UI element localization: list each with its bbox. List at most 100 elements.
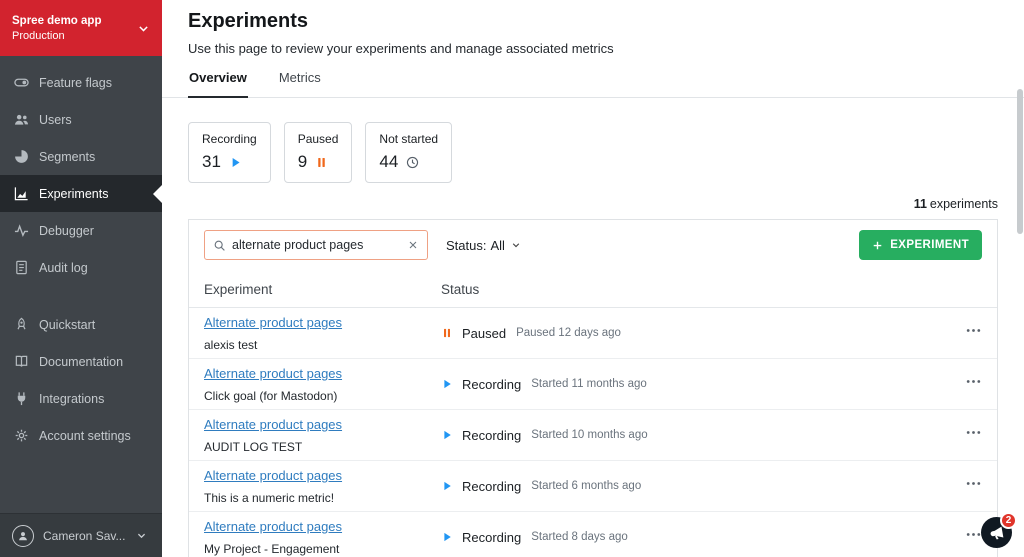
- table-row: Alternate product pages AUDIT LOG TEST R…: [189, 410, 997, 461]
- pulse-icon: [14, 223, 29, 238]
- new-experiment-button[interactable]: EXPERIMENT: [859, 230, 982, 260]
- sidebar-item[interactable]: Audit log: [0, 249, 162, 286]
- clear-search-button[interactable]: [407, 239, 419, 251]
- stat-value: 9: [297, 152, 308, 171]
- play-icon: [441, 429, 453, 441]
- status-cell: Recording Started 8 days ago: [441, 530, 926, 545]
- project-switcher[interactable]: Spree demo app Production: [0, 0, 162, 56]
- toggle-icon: [14, 75, 29, 90]
- tab[interactable]: Overview: [188, 68, 248, 98]
- experiment-link[interactable]: Alternate product pages: [204, 315, 342, 330]
- status-detail: Paused 12 days ago: [516, 327, 621, 339]
- status-cell: Recording Started 11 months ago: [441, 377, 926, 392]
- play-icon: [441, 480, 453, 492]
- experiment-cell: Alternate product pages My Project - Eng…: [204, 518, 441, 556]
- table-row: Alternate product pages Click goal (for …: [189, 359, 997, 410]
- search-icon: [213, 239, 226, 252]
- stat-value-row: 9: [298, 152, 339, 172]
- column-header-experiment: Experiment: [204, 282, 273, 297]
- stat-card[interactable]: Paused 9: [283, 122, 353, 183]
- status-name: Recording: [462, 478, 522, 494]
- status-name: Recording: [462, 529, 522, 545]
- row-actions-button[interactable]: [965, 475, 982, 492]
- status-filter[interactable]: Status: All: [446, 238, 521, 253]
- actions-cell: [926, 373, 982, 395]
- book-icon: [14, 354, 29, 369]
- column-header-actions: [926, 270, 982, 307]
- sidebar-nav-primary: Feature flags Users Segments Experiments: [0, 64, 162, 286]
- user-icon: [17, 530, 29, 542]
- sidebar-item[interactable]: Documentation: [0, 343, 162, 380]
- sidebar-item-label: Account settings: [39, 428, 131, 443]
- experiment-subtitle: This is a numeric metric!: [204, 491, 335, 505]
- plus-icon: [872, 240, 883, 251]
- status-cell: Paused Paused 12 days ago: [441, 326, 926, 341]
- pause-icon: [315, 156, 328, 169]
- sidebar-item[interactable]: Users: [0, 101, 162, 138]
- tab-bar: Overview Metrics: [162, 68, 1024, 98]
- experiment-link[interactable]: Alternate product pages: [204, 417, 342, 432]
- sidebar-item[interactable]: Account settings: [0, 417, 162, 454]
- search-input[interactable]: [226, 238, 407, 252]
- status-filter-label: Status:: [446, 237, 487, 253]
- row-actions-button[interactable]: [965, 424, 982, 441]
- content-area: Recording 31 Paused 9 Not started 44 11 …: [162, 122, 1024, 557]
- stat-label: Not started: [379, 132, 439, 146]
- table-row: Alternate product pages This is a numeri…: [189, 461, 997, 512]
- experiment-count-label: experiments: [929, 197, 998, 211]
- doc-icon: [14, 260, 29, 275]
- status-name: Paused: [462, 325, 507, 341]
- experiment-subtitle: My Project - Engagement: [204, 542, 340, 556]
- experiment-link[interactable]: Alternate product pages: [204, 468, 342, 483]
- status-name: Recording: [462, 427, 522, 443]
- notifications-button[interactable]: 2: [981, 512, 1017, 548]
- table-row: Alternate product pages My Project - Eng…: [189, 512, 997, 557]
- sidebar-item[interactable]: Integrations: [0, 380, 162, 417]
- actions-cell: [926, 475, 982, 497]
- status-cell: Recording Started 10 months ago: [441, 428, 926, 443]
- new-experiment-label: EXPERIMENT: [890, 239, 969, 251]
- page-header: Experiments Use this page to review your…: [162, 0, 1024, 56]
- status-name: Recording: [462, 376, 522, 392]
- table-body: Alternate product pages alexis test Paus…: [189, 308, 997, 557]
- gear-icon: [14, 428, 29, 443]
- avatar: [12, 524, 34, 547]
- actions-cell: [926, 526, 982, 548]
- experiment-link[interactable]: Alternate product pages: [204, 519, 342, 534]
- chart-icon: [14, 186, 29, 201]
- row-actions-button[interactable]: [965, 526, 982, 543]
- sidebar-item[interactable]: Segments: [0, 138, 162, 175]
- table-toolbar: Status: All EXPERIMENT: [189, 220, 997, 270]
- environment-name: Production: [12, 29, 65, 42]
- user-menu[interactable]: Cameron Sav...: [0, 513, 162, 557]
- project-info: Spree demo app Production: [12, 15, 101, 42]
- row-actions-button[interactable]: [965, 373, 982, 390]
- status-detail: Started 10 months ago: [531, 429, 648, 441]
- tab[interactable]: Metrics: [278, 68, 322, 97]
- plug-icon: [14, 391, 29, 406]
- sidebar-item[interactable]: Feature flags: [0, 64, 162, 101]
- page-subtitle: Use this page to review your experiments…: [188, 41, 614, 56]
- scrollbar-thumb[interactable]: [1017, 89, 1023, 234]
- stats-row: Recording 31 Paused 9 Not started 44: [188, 122, 998, 183]
- sidebar-item[interactable]: Experiments: [0, 175, 162, 212]
- stat-card[interactable]: Not started 44: [365, 122, 453, 183]
- sidebar-item[interactable]: Debugger: [0, 212, 162, 249]
- scrollbar[interactable]: [1017, 89, 1023, 557]
- experiment-cell: Alternate product pages AUDIT LOG TEST: [204, 416, 441, 454]
- sidebar-nav-secondary: Quickstart Documentation Integrations Ac…: [0, 306, 162, 454]
- pause-icon: [441, 327, 453, 339]
- experiment-link[interactable]: Alternate product pages: [204, 366, 342, 381]
- row-actions-button[interactable]: [965, 322, 982, 339]
- table-header: Experiment Status: [189, 270, 997, 308]
- stat-card[interactable]: Recording 31: [188, 122, 271, 183]
- stat-value-row: 44: [379, 152, 438, 172]
- project-name: Spree demo app: [12, 14, 102, 27]
- sidebar-item[interactable]: Quickstart: [0, 306, 162, 343]
- main-content: Experiments Use this page to review your…: [162, 0, 1024, 557]
- experiment-count: 11 experiments: [188, 197, 998, 211]
- search-box: [204, 230, 428, 260]
- play-icon: [441, 531, 453, 543]
- experiment-subtitle: Click goal (for Mastodon): [204, 389, 338, 403]
